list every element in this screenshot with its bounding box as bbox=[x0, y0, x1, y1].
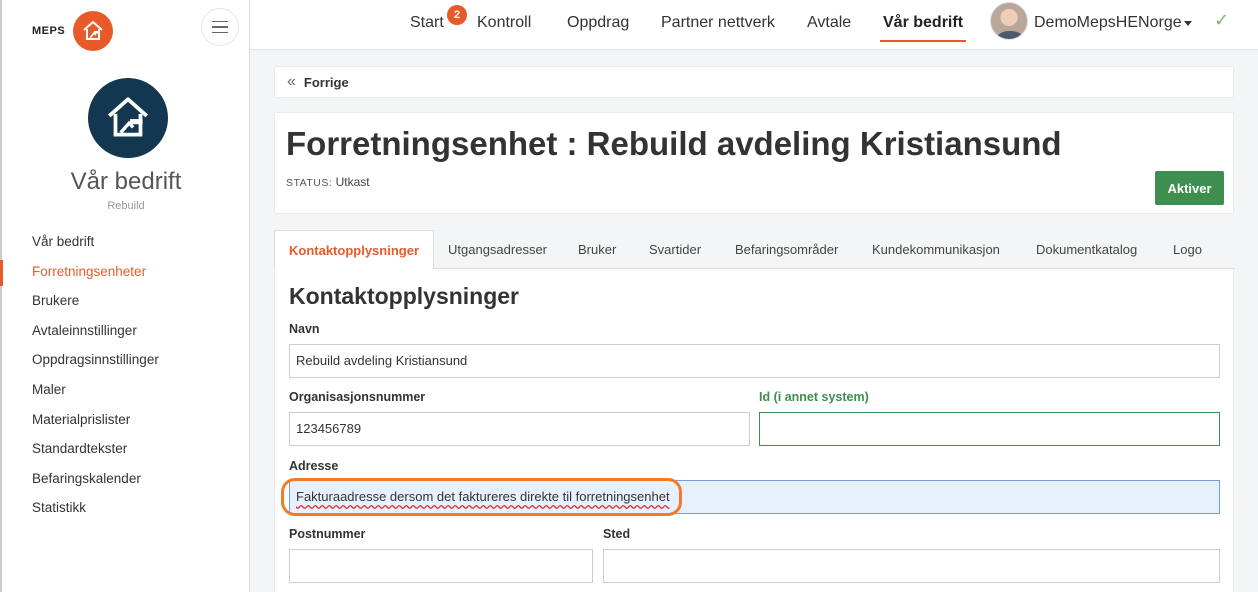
nav-partner-nettverk[interactable]: Partner nettverk bbox=[661, 14, 775, 32]
house-icon bbox=[83, 21, 103, 40]
status-label: STATUS: bbox=[286, 177, 333, 189]
sidebar-header: MEPS bbox=[2, 0, 249, 62]
double-chevron-left-icon: « bbox=[287, 73, 296, 90]
notification-badge: 2 bbox=[447, 5, 467, 25]
org-number-label: Organisasjonsnummer bbox=[289, 390, 426, 404]
tab-kontaktopplysninger[interactable]: Kontaktopplysninger bbox=[274, 230, 435, 270]
postal-code-label: Postnummer bbox=[289, 527, 366, 541]
meps-logo-icon[interactable] bbox=[73, 11, 114, 51]
status-value: Utkast bbox=[335, 175, 370, 189]
user-avatar[interactable] bbox=[990, 2, 1028, 40]
back-link[interactable]: Forrige bbox=[304, 75, 349, 90]
address-input[interactable]: Fakturaadresse dersom det faktureres dir… bbox=[289, 480, 1220, 514]
external-id-label: Id (i annet system) bbox=[759, 390, 869, 404]
address-label: Adresse bbox=[289, 459, 339, 473]
nav-kontroll[interactable]: Kontroll bbox=[477, 14, 531, 32]
sidebar-item-avtaleinnstillinger[interactable]: Avtaleinnstillinger bbox=[2, 319, 250, 349]
house-tools-icon bbox=[108, 97, 148, 137]
sidebar-item-forretningsenheter[interactable]: Forretningsenheter bbox=[0, 259, 250, 290]
tab-logo[interactable]: Logo bbox=[1173, 230, 1202, 269]
tab-bruker[interactable]: Bruker bbox=[578, 230, 616, 269]
contact-form-panel: Kontaktopplysninger Navn Rebuild avdelin… bbox=[274, 269, 1234, 592]
sidebar-item-oppdragsinnstillinger[interactable]: Oppdragsinnstillinger bbox=[2, 348, 250, 378]
place-input[interactable] bbox=[603, 549, 1220, 583]
sidebar-item-maler[interactable]: Maler bbox=[2, 378, 250, 408]
sidebar-item-materialprislister[interactable]: Materialprislister bbox=[2, 408, 250, 438]
sidebar: MEPS Vår bedrift Rebuild Vår bedrift For… bbox=[0, 0, 250, 592]
company-logo bbox=[88, 78, 168, 158]
menu-toggle-icon[interactable] bbox=[201, 8, 239, 46]
tab-befaringsomrader[interactable]: Befaringsområder bbox=[735, 230, 838, 269]
sidebar-nav: Vår bedrift Forretningsenheter Brukere A… bbox=[0, 230, 250, 526]
name-label: Navn bbox=[289, 322, 320, 336]
address-value: Fakturaadresse dersom det faktureres dir… bbox=[296, 489, 670, 504]
nav-avtale[interactable]: Avtale bbox=[807, 14, 851, 32]
nav-var-bedrift[interactable]: Vår bedrift bbox=[879, 14, 967, 42]
tab-kundekommunikasjon[interactable]: Kundekommunikasjon bbox=[872, 230, 1000, 269]
section-title: Kontaktopplysninger bbox=[289, 283, 520, 309]
tab-dokumentkatalog[interactable]: Dokumentkatalog bbox=[1036, 230, 1137, 269]
breadcrumb[interactable]: « Forrige bbox=[274, 66, 1234, 98]
name-input[interactable]: Rebuild avdeling Kristiansund bbox=[289, 344, 1220, 378]
page-title: Forretningsenhet : Rebuild avdeling Kris… bbox=[286, 125, 1062, 162]
tab-utgangsadresser[interactable]: Utgangsadresser bbox=[448, 230, 547, 269]
external-id-input[interactable] bbox=[759, 412, 1220, 446]
company-name: Vår bedrift bbox=[70, 168, 182, 195]
brand-text: MEPS bbox=[32, 25, 66, 37]
sidebar-item-brukere[interactable]: Brukere bbox=[2, 289, 250, 319]
place-label: Sted bbox=[603, 527, 631, 541]
header-panel: Forretningsenhet : Rebuild avdeling Kris… bbox=[274, 112, 1234, 214]
status-line: STATUS: Utkast bbox=[286, 175, 370, 189]
tab-bar: Kontaktopplysninger Utgangsadresser Bruk… bbox=[274, 230, 1234, 270]
nav-oppdrag[interactable]: Oppdrag bbox=[567, 14, 629, 32]
check-icon: ✓ bbox=[1214, 10, 1230, 30]
chevron-down-icon[interactable] bbox=[1184, 21, 1192, 26]
activate-button[interactable]: Aktiver bbox=[1155, 171, 1224, 205]
tab-svartider[interactable]: Svartider bbox=[649, 230, 701, 269]
sidebar-item-var-bedrift[interactable]: Vår bedrift bbox=[2, 230, 250, 260]
sidebar-item-statistikk[interactable]: Statistikk bbox=[2, 496, 250, 526]
postal-code-input[interactable] bbox=[289, 549, 593, 583]
user-name[interactable]: DemoMepsHENorge bbox=[1034, 14, 1182, 32]
sidebar-item-befaringskalender[interactable]: Befaringskalender bbox=[2, 467, 250, 497]
nav-start[interactable]: Start bbox=[410, 14, 444, 32]
org-number-input[interactable]: 123456789 bbox=[289, 412, 750, 446]
company-subtitle: Rebuild bbox=[107, 200, 145, 212]
sidebar-item-standardtekster[interactable]: Standardtekster bbox=[2, 437, 250, 467]
